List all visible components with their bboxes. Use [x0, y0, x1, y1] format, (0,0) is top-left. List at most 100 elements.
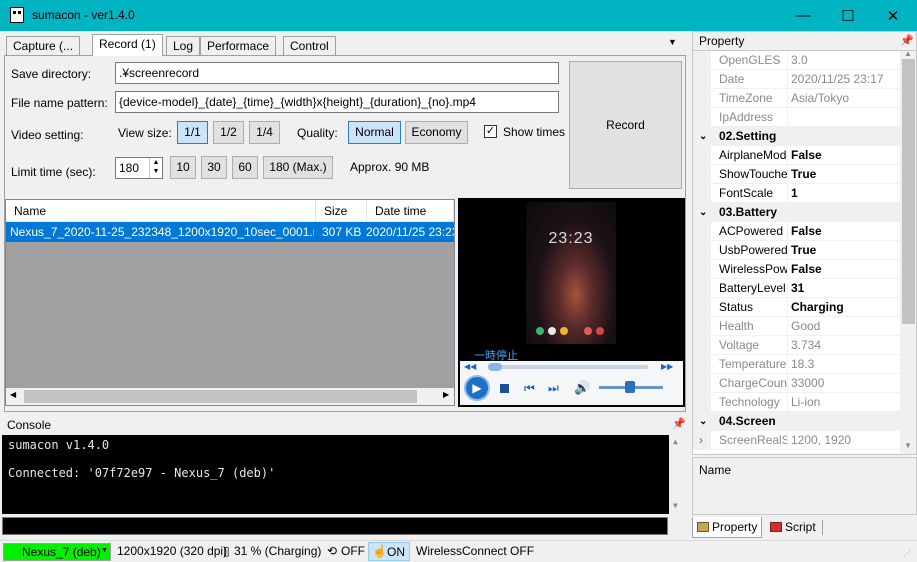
property-vscrollbar[interactable]: ▲ ▼ [900, 51, 916, 454]
property-category[interactable]: ⌄ 02.Setting [693, 127, 900, 146]
property-row[interactable]: › ScreenRealSi 1200, 1920 [693, 431, 900, 450]
hscroll-thumb[interactable] [24, 390, 417, 403]
property-row[interactable]: ChargeCount 33000 [693, 374, 900, 393]
collapse-icon[interactable]: ⌄ [699, 127, 707, 146]
tab-log[interactable]: Log [166, 36, 201, 55]
device-selector[interactable]: Nexus_7 (deb) ▼ [3, 543, 111, 561]
table-row[interactable]: Nexus_7_2020-11-25_232348_1200x1920_10se… [6, 222, 454, 242]
fast-forward-icon[interactable]: ▶▶ [661, 362, 673, 371]
view-size-1-2-button[interactable]: 1/2 [213, 121, 244, 144]
record-button[interactable]: Record [569, 61, 682, 189]
tab-property[interactable]: Property [692, 517, 763, 538]
tab-control[interactable]: Control [283, 36, 336, 55]
volume-icon[interactable]: 🔊 [574, 380, 590, 396]
maximize-button[interactable]: ☐ [825, 0, 871, 31]
console-vscrollbar[interactable]: ▲ ▼ [669, 435, 686, 514]
limit-max-button[interactable]: 180 (Max.) [263, 156, 333, 179]
property-row[interactable]: Date 2020/11/25 23:17 [693, 70, 900, 89]
chevron-down-icon[interactable]: ▼ [101, 547, 108, 554]
limit-time-spinner[interactable]: ▲ ▼ [149, 158, 162, 178]
file-name-pattern-input[interactable]: {device-model}_{date}_{time}_{width}x{he… [115, 91, 559, 113]
property-value[interactable]: Asia/Tokyo [791, 89, 899, 108]
scroll-up-icon[interactable]: ▲ [904, 51, 912, 58]
view-size-1-4-button[interactable]: 1/4 [249, 121, 280, 144]
limit-10-button[interactable]: 10 [170, 156, 196, 179]
property-value[interactable]: 3.0 [791, 51, 899, 70]
tab-record[interactable]: Record (1) [92, 34, 163, 56]
touch-toggle[interactable]: ☝ ON [368, 542, 410, 561]
property-value[interactable]: Li-ion [791, 393, 899, 412]
property-row[interactable]: Status Charging [693, 298, 900, 317]
seek-bar[interactable] [488, 365, 648, 369]
rewind-icon[interactable]: ◀◀ [464, 362, 476, 371]
file-list-hscrollbar[interactable]: ◀ ▶ [6, 388, 454, 405]
column-date-time[interactable]: Date time [367, 200, 454, 222]
property-row[interactable]: UsbPowered True [693, 241, 900, 260]
view-size-1-1-button[interactable]: 1/1 [177, 121, 208, 144]
scroll-down-icon[interactable]: ▼ [673, 501, 678, 510]
close-button[interactable]: ✕ [870, 0, 916, 31]
property-value[interactable]: False [791, 146, 899, 165]
column-size[interactable]: Size [316, 200, 367, 222]
property-row[interactable]: IpAddress [693, 108, 900, 127]
property-row[interactable]: Technology Li-ion [693, 393, 900, 412]
property-value[interactable]: False [791, 222, 899, 241]
stop-icon[interactable] [500, 384, 509, 393]
property-value[interactable]: Good [791, 317, 899, 336]
property-value[interactable]: 1200, 1920 [791, 431, 899, 450]
property-row[interactable]: AirplaneMod False [693, 146, 900, 165]
rotate-icon[interactable]: ⟲ [327, 544, 337, 558]
previous-icon[interactable]: ⏮ [524, 381, 535, 396]
property-value[interactable]: 2020/11/25 23:17 [791, 70, 899, 89]
property-row[interactable]: Health Good [693, 317, 900, 336]
property-row[interactable]: Temperature 18.3 [693, 355, 900, 374]
tabs-dropdown-icon[interactable]: ▼ [668, 37, 677, 47]
scroll-left-icon[interactable]: ◀ [10, 390, 16, 399]
property-value[interactable]: False [791, 260, 899, 279]
property-row[interactable]: OpenGLES 3.0 [693, 51, 900, 70]
vscroll-thumb[interactable] [902, 59, 915, 324]
property-value[interactable]: 31 [791, 279, 899, 298]
rotate-status[interactable]: OFF [341, 544, 365, 558]
command-input[interactable] [2, 517, 668, 535]
scroll-right-icon[interactable]: ▶ [443, 390, 449, 399]
property-row[interactable]: ShowTouche True [693, 165, 900, 184]
resize-grip-icon[interactable]: ⋰ [903, 549, 911, 558]
property-value[interactable]: True [791, 241, 899, 260]
property-value[interactable]: True [791, 165, 899, 184]
tab-capture[interactable]: Capture (... [6, 36, 81, 55]
scroll-down-icon[interactable]: ▼ [904, 441, 912, 450]
property-value[interactable]: Charging [791, 298, 899, 317]
play-icon[interactable]: ▶ [464, 375, 490, 401]
property-row[interactable]: ACPowered False [693, 222, 900, 241]
property-value[interactable]: 18.3 [791, 355, 899, 374]
volume-thumb[interactable] [625, 381, 635, 393]
property-row[interactable]: WirelessPowe False [693, 260, 900, 279]
minimize-button[interactable]: — [780, 0, 826, 31]
limit-60-button[interactable]: 60 [232, 156, 258, 179]
pin-icon[interactable]: 📌 [672, 417, 686, 430]
tab-script[interactable]: Script [766, 517, 820, 538]
property-category[interactable]: ⌄ 03.Battery [693, 203, 900, 222]
quality-economy-button[interactable]: Economy [405, 121, 468, 144]
property-grid[interactable]: OpenGLES 3.0 Date 2020/11/25 23:17 TimeZone A… [692, 50, 917, 455]
next-icon[interactable]: ⏭ [548, 381, 559, 396]
property-row[interactable]: Voltage 3.734 [693, 336, 900, 355]
wireless-status[interactable]: WirelessConnect OFF [416, 544, 534, 558]
seek-thumb[interactable] [488, 363, 502, 371]
property-row[interactable]: BatteryLevel 31 [693, 279, 900, 298]
property-row[interactable]: TimeZone Asia/Tokyo [693, 89, 900, 108]
quality-normal-button[interactable]: Normal [348, 121, 401, 144]
console-output[interactable]: sumacon v1.4.0 Connected: '07f72e97 - Ne… [2, 435, 686, 514]
property-row[interactable]: FontScale 1 [693, 184, 900, 203]
property-value[interactable]: 33000 [791, 374, 899, 393]
column-name[interactable]: Name [6, 200, 316, 222]
recorded-files-list[interactable]: Name Size Date time Nexus_7_2020-11-25_2… [5, 199, 455, 406]
pin-icon[interactable]: 📌 [900, 32, 914, 51]
limit-30-button[interactable]: 30 [201, 156, 227, 179]
scroll-up-icon[interactable]: ▲ [673, 437, 678, 446]
collapse-icon[interactable]: ⌄ [699, 412, 707, 431]
save-directory-input[interactable]: .¥screenrecord [115, 62, 559, 84]
property-category[interactable]: ⌄ 04.Screen [693, 412, 900, 431]
property-value[interactable]: 3.734 [791, 336, 899, 355]
